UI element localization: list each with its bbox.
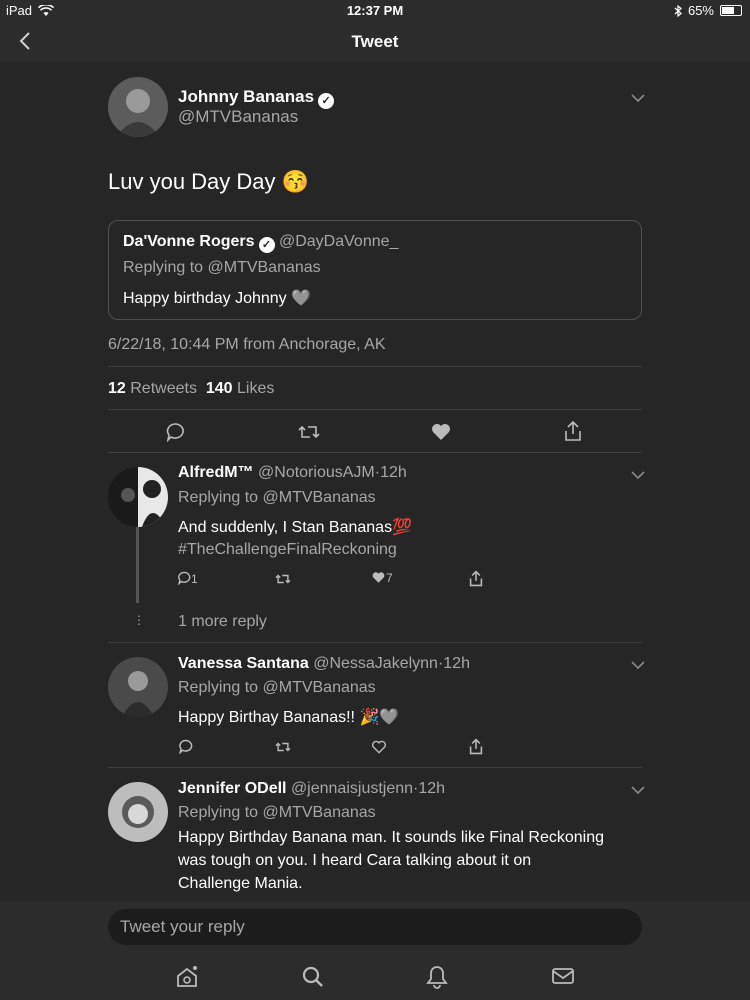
notifications-icon[interactable] — [426, 964, 448, 989]
status-bar: iPad 12:37 PM 65% — [0, 0, 750, 22]
quoted-text: Happy birthday Johnny 🩶 — [123, 290, 312, 307]
search-icon[interactable] — [301, 965, 325, 989]
author-name[interactable]: Johnny Bananas ✓ — [178, 87, 335, 109]
divider — [108, 767, 642, 768]
reply-replying-to: Replying to @MTVBananas — [178, 679, 376, 696]
more-dots-icon: ⋮ — [133, 613, 145, 627]
tweet-stats: 12 Retweets 140 Likes — [108, 380, 274, 398]
avatar[interactable] — [108, 657, 168, 717]
battery-icon — [720, 5, 742, 16]
likes-stat[interactable]: 140 Likes — [206, 380, 275, 397]
retweet-icon[interactable] — [274, 740, 292, 754]
verified-badge-icon: ✓ — [258, 237, 275, 253]
heart-icon — [372, 572, 385, 583]
nav-bar: Tweet — [0, 22, 750, 62]
retweet-icon[interactable] — [298, 422, 320, 442]
share-icon[interactable] — [563, 420, 583, 442]
chevron-down-icon[interactable] — [631, 660, 645, 670]
author-handle[interactable]: @MTVBananas — [178, 107, 298, 127]
verified-badge-icon: ✓ — [318, 93, 335, 109]
reply-header[interactable]: AlfredM™ @NotoriousAJM·12h — [178, 464, 407, 482]
retweets-stat[interactable]: 12 Retweets — [108, 380, 197, 397]
share-icon[interactable] — [468, 738, 484, 755]
page-title: Tweet — [351, 32, 399, 51]
divider — [108, 452, 642, 453]
reply-replying-to: Replying to @MTVBananas — [178, 489, 376, 506]
reply-replying-to: Replying to @MTVBananas — [178, 804, 376, 821]
bluetooth-icon — [674, 4, 682, 17]
reply-text: And suddenly, I Stan Bananas💯 — [178, 519, 412, 536]
heart-icon[interactable] — [430, 422, 452, 442]
reply-icon[interactable] — [165, 422, 185, 442]
chevron-down-icon[interactable] — [631, 470, 645, 480]
battery-percent: 65% — [687, 3, 714, 18]
reply-header[interactable]: Jennifer ODell @jennaisjustjenn·12h — [178, 780, 445, 798]
reply-text: Happy Birthay Bananas!! 🎉🩶 — [178, 709, 400, 726]
divider — [108, 366, 642, 367]
reply-hashtag[interactable]: #TheChallengeFinalReckoning — [178, 541, 397, 559]
reply-text: Happy Birthday Banana man. It sounds lik… — [178, 829, 605, 846]
like-action[interactable]: 7 — [371, 571, 393, 585]
chevron-down-icon[interactable] — [631, 93, 645, 103]
divider — [108, 409, 642, 410]
home-icon[interactable] — [175, 965, 199, 989]
divider — [108, 642, 642, 643]
tab-bar — [0, 951, 750, 1000]
status-time: 12:37 PM — [346, 3, 404, 18]
heart-outline-icon[interactable] — [371, 740, 387, 754]
quoted-author[interactable]: Da'Vonne Rogers ✓ @DayDaVonne_ — [123, 233, 398, 253]
reply-icon[interactable] — [178, 739, 193, 754]
tweet-location[interactable]: Anchorage, AK — [279, 336, 386, 353]
reply-bar — [0, 901, 750, 951]
tweet-timestamp: 6/22/18, 10:44 PM from Anchorage, AK — [108, 336, 386, 353]
retweet-icon[interactable] — [274, 572, 292, 586]
avatar[interactable] — [108, 782, 168, 842]
avatar[interactable] — [108, 467, 168, 527]
avatar[interactable] — [108, 77, 168, 137]
reply-text: Challenge Mania. — [178, 875, 303, 892]
thread-line — [136, 527, 139, 603]
reply-header[interactable]: Vanessa Santana @NessaJakelynn·12h — [178, 655, 470, 673]
reply-input[interactable] — [108, 909, 642, 945]
messages-icon[interactable] — [551, 966, 575, 986]
quoted-replying-to: Replying to @MTVBananas — [123, 259, 321, 276]
reply-text: was tough on you. I heard Cara talking a… — [178, 852, 532, 869]
share-icon[interactable] — [468, 570, 484, 587]
tweet-text: Luv you Day Day 😚 — [108, 169, 310, 194]
more-replies-link[interactable]: 1 more reply — [178, 613, 267, 631]
reply-action[interactable]: 1 — [177, 571, 198, 586]
chevron-down-icon[interactable] — [631, 785, 645, 795]
reply-icon — [177, 571, 191, 586]
